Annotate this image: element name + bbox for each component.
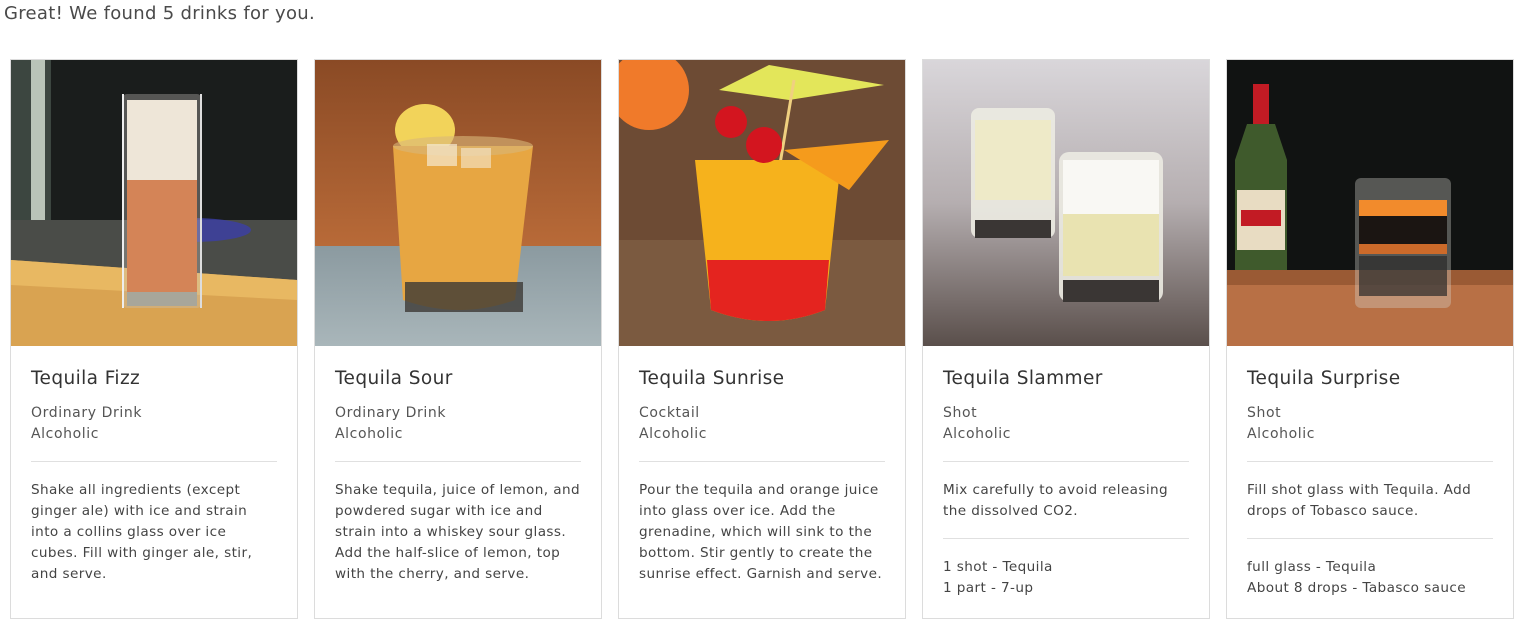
drink-name: Tequila Sour — [335, 368, 453, 389]
drink-card[interactable]: Tequila Sunrise Cocktail Alcoholic Pour … — [618, 59, 906, 619]
drink-category: Shot — [943, 405, 978, 421]
drink-name: Tequila Surprise — [1247, 368, 1401, 389]
drink-category: Ordinary Drink — [335, 405, 447, 421]
divider — [943, 538, 1189, 539]
drink-instructions: Shake tequila, juice of lemon, and powde… — [335, 482, 580, 582]
ingredient-item: About 8 drops - Tabasco sauce — [1247, 580, 1466, 596]
drink-alcoholic: Alcoholic — [943, 426, 1012, 442]
drink-category: Cocktail — [639, 405, 700, 421]
drink-alcoholic: Alcoholic — [639, 426, 708, 442]
drink-card-list: Tequila Fizz Ordinary Drink Alcoholic Sh… — [10, 59, 1514, 619]
drink-card[interactable]: Tequila Surprise Shot Alcoholic Fill sho… — [1226, 59, 1514, 619]
drink-card[interactable]: Tequila Sour Ordinary Drink Alcoholic Sh… — [314, 59, 602, 619]
drink-name: Tequila Slammer — [943, 368, 1103, 389]
drink-photo[interactable] — [619, 60, 905, 346]
drink-category: Shot — [1247, 405, 1282, 421]
drink-photo[interactable] — [11, 60, 297, 346]
drink-name: Tequila Sunrise — [639, 368, 785, 389]
drink-instructions: Fill shot glass with Tequila. Add drops … — [1247, 482, 1472, 519]
divider — [639, 461, 885, 462]
divider — [1247, 538, 1493, 539]
divider — [943, 461, 1189, 462]
ingredient-item: 1 part - 7-up — [943, 580, 1034, 596]
divider — [31, 461, 277, 462]
drink-instructions: Pour the tequila and orange juice into g… — [639, 482, 883, 582]
drink-alcoholic: Alcoholic — [1247, 426, 1316, 442]
results-headline: Great! We found 5 drinks for you. — [4, 3, 316, 24]
drink-card[interactable]: Tequila Slammer Shot Alcoholic Mix caref… — [922, 59, 1210, 619]
drink-instructions: Mix carefully to avoid releasing the dis… — [943, 482, 1169, 519]
drink-photo[interactable] — [1227, 60, 1513, 346]
drink-instructions: Shake all ingredients (except ginger ale… — [31, 482, 253, 582]
drink-photo[interactable] — [315, 60, 601, 346]
divider — [335, 461, 581, 462]
drink-name: Tequila Fizz — [31, 368, 141, 389]
ingredient-item: full glass - Tequila — [1247, 559, 1377, 575]
drink-card[interactable]: Tequila Fizz Ordinary Drink Alcoholic Sh… — [10, 59, 298, 619]
drink-alcoholic: Alcoholic — [335, 426, 404, 442]
ingredient-item: 1 shot - Tequila — [943, 559, 1053, 575]
drink-photo[interactable] — [923, 60, 1209, 346]
drink-category: Ordinary Drink — [31, 405, 143, 421]
divider — [1247, 461, 1493, 462]
drink-alcoholic: Alcoholic — [31, 426, 100, 442]
